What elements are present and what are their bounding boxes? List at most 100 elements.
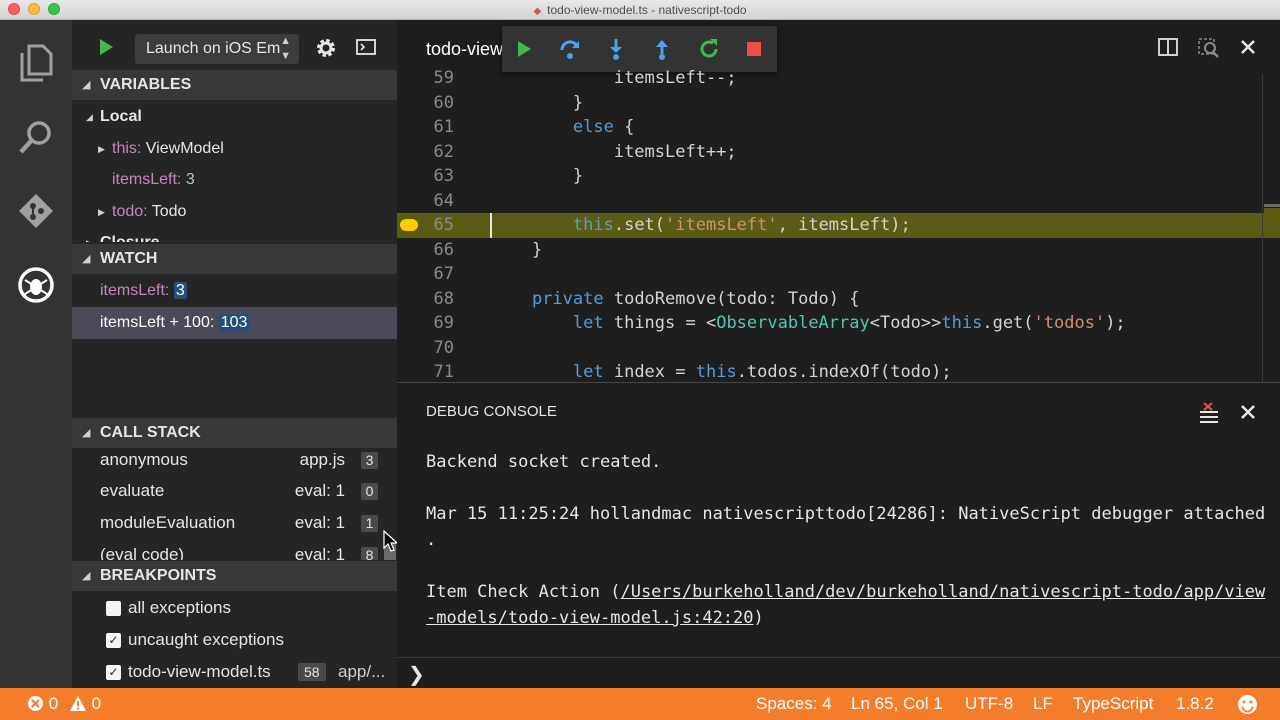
source-link[interactable]: -models/todo-view-model.js:42:20: [426, 608, 754, 628]
code-line[interactable]: 68 private todoRemove(todo: Todo) {: [397, 287, 1280, 312]
debug-side-toolbar: Launch on iOS Em ▲ ▼: [72, 20, 397, 74]
breakpoint-source[interactable]: ✓ todo-view-model.ts 58 app/...: [72, 656, 397, 688]
split-editor-icon[interactable]: [1158, 38, 1178, 56]
scope-local[interactable]: ◢ Local: [72, 102, 397, 132]
breakpoint-uncaught-exceptions[interactable]: ✓ uncaught exceptions: [72, 624, 397, 656]
call-stack-list[interactable]: anonymous app.js 3 evaluate eval: 1 0 mo…: [72, 448, 397, 560]
code-token: let: [572, 313, 604, 333]
line-number[interactable]: 69: [397, 311, 454, 336]
stack-frame[interactable]: evaluate eval: 1 0: [72, 475, 397, 507]
variable-itemsleft[interactable]: itemsLeft: 3: [72, 165, 397, 195]
git-activity[interactable]: [0, 182, 72, 240]
console-output-line: Backend socket created.: [426, 452, 662, 472]
close-editor-icon[interactable]: [1241, 40, 1255, 54]
line-number[interactable]: 61: [397, 115, 454, 140]
code-editor[interactable]: todo-view-model.ts 59 itemsLeft--;60 }61…: [397, 20, 1280, 382]
stack-frame[interactable]: (eval code) eval: 1 8: [72, 539, 397, 560]
line-number[interactable]: 68: [397, 287, 454, 312]
code-token: this: [695, 362, 737, 382]
feedback-smiley-icon[interactable]: [1237, 694, 1258, 715]
code-text: itemsLeft--;: [491, 66, 737, 91]
problems-indicator[interactable]: 0 0: [27, 688, 101, 720]
breakpoints-section-header[interactable]: ◢ BREAKPOINTS: [72, 561, 397, 591]
line-number[interactable]: 60: [397, 91, 454, 116]
debug-activity[interactable]: [0, 256, 72, 314]
console-input[interactable]: ❯: [397, 657, 1280, 689]
language-mode-status[interactable]: TypeScript: [1073, 688, 1153, 720]
code-area[interactable]: 59 itemsLeft--; 60 } 61 else {62 itemsLeft…: [397, 66, 1280, 382]
line-number[interactable]: 67: [397, 262, 454, 287]
code-line[interactable]: 63 }: [397, 164, 1280, 189]
prompt-chevron-icon: ❯: [408, 664, 425, 686]
call-stack-section-header[interactable]: ◢ CALL STACK: [72, 418, 397, 448]
code-line[interactable]: 71 let index = this.todos.indexOf(todo);: [397, 360, 1280, 382]
breakpoint-all-exceptions[interactable]: all exceptions: [72, 592, 397, 624]
line-number[interactable]: 59: [397, 66, 454, 91]
stack-frame[interactable]: moduleEvaluation eval: 1 1: [72, 507, 397, 539]
explorer-activity[interactable]: [0, 34, 72, 92]
code-token: }: [531, 239, 543, 260]
variable-this[interactable]: ▶ this: ViewModel: [72, 134, 397, 164]
code-line[interactable]: 69 let things = <ObservableArray<Todo>>t…: [397, 311, 1280, 336]
continue-icon[interactable]: [516, 40, 532, 58]
watch-expression[interactable]: itemsLeft: 3: [72, 276, 397, 306]
source-link[interactable]: /Users/burkeholland/dev/burkeholland/nat…: [620, 582, 1265, 602]
code-text: private todoRemove(todo: Todo) {: [491, 287, 860, 312]
chevron-right-icon: ▶: [86, 228, 93, 242]
scope-closure[interactable]: ▶ Closure: [72, 228, 397, 242]
line-number[interactable]: 66: [397, 238, 454, 263]
code-text: }: [491, 238, 542, 263]
stop-icon[interactable]: [747, 42, 761, 56]
step-into-icon[interactable]: [607, 38, 625, 60]
open-changes-icon[interactable]: [1198, 38, 1220, 58]
close-panel-icon[interactable]: [1241, 405, 1255, 419]
code-line[interactable]: 67: [397, 262, 1280, 287]
debug-console-title: DEBUG CONSOLE: [426, 403, 557, 420]
start-debugging-icon[interactable]: [98, 38, 114, 56]
variable-todo[interactable]: ▶ todo: Todo: [72, 197, 397, 227]
step-over-icon[interactable]: [559, 38, 581, 60]
breakpoint-checkbox[interactable]: [106, 601, 121, 616]
code-line[interactable]: 64: [397, 189, 1280, 214]
code-line[interactable]: 61 else {: [397, 115, 1280, 140]
code-line[interactable]: 60 }: [397, 91, 1280, 116]
current-execution-line[interactable]: 65 this.set('itemsLeft', itemsLeft);: [397, 213, 1280, 238]
gear-icon[interactable]: [315, 37, 337, 59]
code-text: let things = <ObservableArray<Todo>>this…: [491, 311, 1126, 336]
typescript-version-status[interactable]: 1.8.2: [1176, 688, 1214, 720]
watch-expression-selected[interactable]: itemsLeft + 100: 103: [72, 307, 397, 339]
variables-section-header[interactable]: ◢ VARIABLES: [72, 70, 397, 100]
warning-icon: [69, 696, 86, 711]
search-activity[interactable]: [0, 108, 72, 166]
launch-configuration-select[interactable]: Launch on iOS Em ▲ ▼: [135, 34, 299, 64]
stack-frame[interactable]: anonymous app.js 3: [72, 448, 397, 476]
breakpoint-checkbox[interactable]: ✓: [106, 633, 121, 648]
code-line[interactable]: 66 }: [397, 238, 1280, 263]
encoding-status[interactable]: UTF-8: [965, 688, 1013, 720]
line-number[interactable]: 70: [397, 336, 454, 361]
code-line[interactable]: 70: [397, 336, 1280, 361]
current-line-marker: [1264, 208, 1280, 214]
scroll-thumb[interactable]: [1264, 204, 1280, 207]
indentation-status[interactable]: Spaces: 4: [756, 688, 832, 720]
editor-overview-ruler[interactable]: [1262, 74, 1280, 382]
clear-console-icon[interactable]: [1199, 402, 1219, 424]
line-number[interactable]: 62: [397, 140, 454, 165]
step-out-icon[interactable]: [653, 38, 671, 60]
breakpoint-checkbox[interactable]: ✓: [106, 665, 121, 680]
line-number[interactable]: 63: [397, 164, 454, 189]
breakpoint-paused-icon[interactable]: [400, 219, 418, 231]
code-line[interactable]: 59 itemsLeft--;: [397, 66, 1280, 91]
file-type-icon: ◆: [533, 6, 542, 17]
code-line[interactable]: 62 itemsLeft++;: [397, 140, 1280, 165]
cursor-position-status[interactable]: Ln 65, Col 1: [851, 688, 943, 720]
open-console-icon[interactable]: [356, 39, 376, 55]
eol-status[interactable]: LF: [1033, 688, 1053, 720]
line-number[interactable]: 64: [397, 189, 454, 214]
watch-section-header[interactable]: ◢ WATCH: [72, 244, 397, 274]
line-number[interactable]: 71: [397, 360, 454, 382]
restart-icon[interactable]: [698, 38, 720, 60]
